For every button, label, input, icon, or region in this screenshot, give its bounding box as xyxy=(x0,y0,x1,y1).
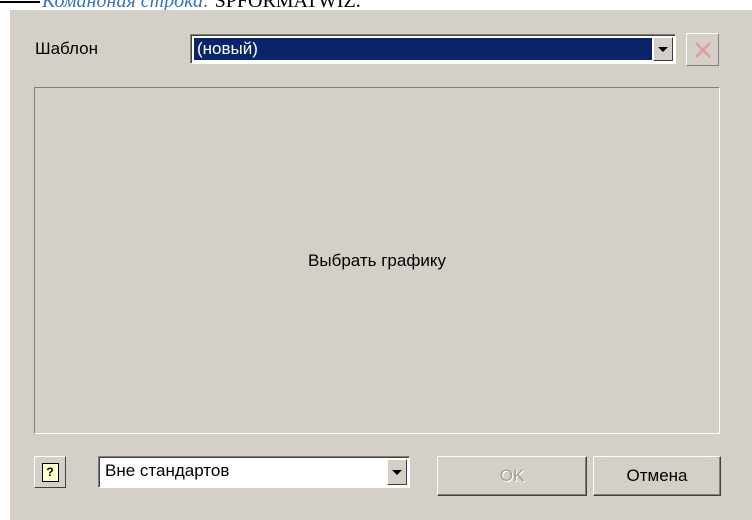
caption-line: Командная строка: SPFORMATWIZ. xyxy=(0,0,752,12)
format-wizard-dialog: Шаблон (новый) Выбрать графику ? Вне ста… xyxy=(10,10,752,520)
caption-dash xyxy=(0,1,40,4)
template-dropdown-arrow[interactable] xyxy=(653,37,673,61)
graphics-preview-area[interactable]: Выбрать графику xyxy=(34,87,720,434)
ok-button[interactable]: OK xyxy=(437,456,587,496)
select-graphics-text: Выбрать графику xyxy=(308,250,446,270)
standard-value: Вне стандартов xyxy=(105,461,230,480)
template-dropdown[interactable]: (новый) xyxy=(190,34,676,64)
chevron-down-icon xyxy=(658,46,668,52)
close-icon xyxy=(694,41,711,58)
chevron-down-icon xyxy=(392,469,402,475)
template-value: (новый) xyxy=(194,38,652,60)
delete-template-button[interactable] xyxy=(686,33,719,66)
help-button[interactable]: ? xyxy=(34,456,66,488)
cancel-button[interactable]: Отмена xyxy=(593,456,721,496)
standard-dropdown-arrow[interactable] xyxy=(387,459,407,485)
help-icon: ? xyxy=(41,462,59,482)
template-label: Шаблон xyxy=(35,39,98,58)
standard-dropdown[interactable]: Вне стандартов xyxy=(98,456,410,488)
